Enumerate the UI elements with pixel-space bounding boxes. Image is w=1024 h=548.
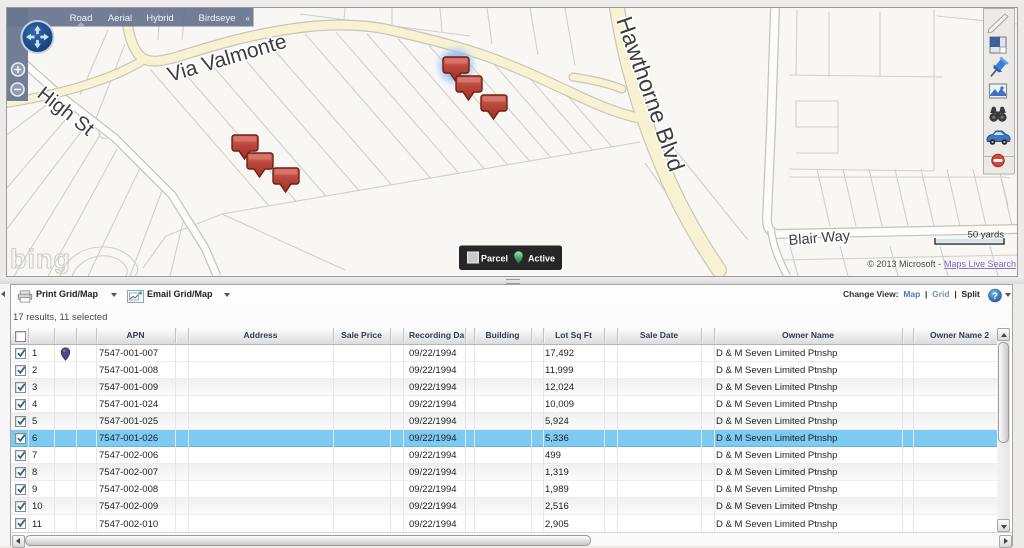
svg-text:Aerial: Aerial [108, 13, 132, 24]
svg-text:bing: bing [10, 244, 71, 274]
svg-text:Active: Active [528, 254, 555, 264]
svg-text:50 yards: 50 yards [968, 230, 1005, 241]
svg-text:© 2013 Microsoft -: © 2013 Microsoft - [867, 259, 941, 269]
svg-text:Birdseye: Birdseye [199, 13, 236, 24]
svg-text:Parcel: Parcel [481, 254, 508, 264]
svg-text:«: « [246, 14, 251, 23]
svg-text:Hybrid: Hybrid [146, 13, 173, 24]
svg-text:?: ? [992, 291, 998, 302]
svg-text:Maps Live Search: Maps Live Search [944, 259, 1016, 269]
